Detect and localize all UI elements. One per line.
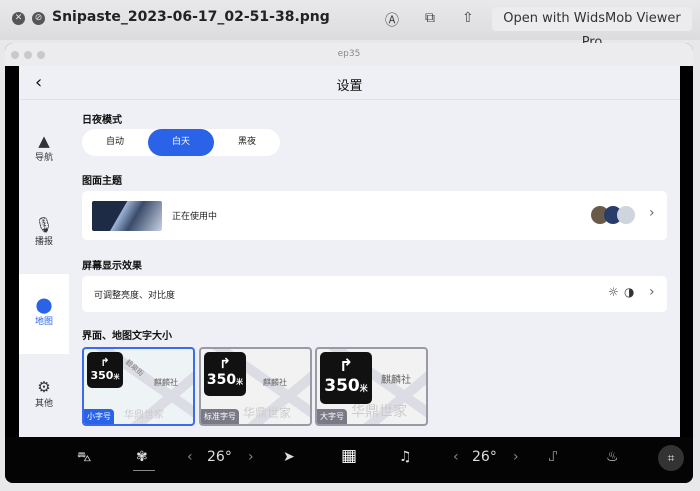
window-minimize[interactable]: [24, 51, 32, 59]
viewer-toolbar: ✕ ⊘ Snipaste_2023-06-17_02-51-38.png Ⓐ ⧉…: [0, 0, 700, 50]
navigation-icon[interactable]: ➤: [283, 449, 295, 465]
sidebar-label: 地图: [34, 317, 53, 327]
header: ‹ 设置: [19, 66, 680, 100]
font-size-small[interactable]: 碧泉街 麒麟社 华鼎世家 ↱ 350米 小字号: [82, 347, 195, 426]
sidebar-item-navigation[interactable]: ▲ 导航: [19, 110, 69, 190]
page-title: 设置: [336, 79, 363, 94]
unit: 米: [113, 374, 120, 381]
temp-right: 26°: [472, 449, 497, 465]
estate-label: 华鼎世家: [124, 410, 164, 421]
poi-label: 麒麟社: [154, 378, 178, 387]
minimize-icon[interactable]: ⊘: [32, 12, 45, 25]
turn-sign: ↱ 350米: [204, 352, 246, 396]
turn-sign: ↱ 350米: [87, 352, 123, 388]
estate-label: 华鼎世家: [243, 406, 292, 420]
map-pin-icon: ⬤: [35, 296, 53, 314]
option-night[interactable]: 黑夜: [214, 129, 280, 156]
theme-row[interactable]: 正在使用中 ›: [82, 191, 667, 240]
file-name: Snipaste_2023-06-17_02-51-38.png: [52, 9, 330, 25]
window-close[interactable]: [11, 51, 19, 59]
font-size-large[interactable]: 麒麟社 华鼎世家 ↱ 350米 大字号: [315, 347, 428, 426]
settings-screen: ‹ 设置 ▲ 导航 🎙 播报 ⬤ 地图 ⚙ 其他 日夜模式 自动 白天 黑夜 图面主题 …: [19, 66, 680, 437]
temp-left-decrease[interactable]: ‹: [187, 449, 193, 465]
sidebar-item-broadcast[interactable]: 🎙 播报: [19, 194, 69, 274]
unit: 米: [359, 384, 368, 393]
navigation-arrow-icon: ▲: [38, 132, 50, 150]
day-night-heading: 日夜模式: [82, 115, 122, 126]
temp-left: 26°: [207, 449, 232, 465]
apps-grid-icon[interactable]: ▦: [341, 446, 357, 466]
estate-label: 华鼎世家: [351, 404, 407, 420]
display-desc: 可调整亮度、对比度: [94, 291, 176, 301]
sidebar-label: 播报: [34, 237, 53, 247]
temp-right-decrease[interactable]: ‹: [453, 449, 459, 465]
day-night-segmented: 自动 白天 黑夜: [82, 129, 280, 156]
share-icon[interactable]: ⇧: [462, 10, 474, 26]
turn-sign: ↱ 350米: [320, 352, 372, 404]
defrost-icon[interactable]: ♨: [606, 449, 619, 465]
distance: 350: [206, 372, 237, 388]
font-size-standard[interactable]: 麒麟社 华鼎世家 ↱ 350米 标准字号: [199, 347, 312, 426]
fan-icon[interactable]: ✾: [136, 449, 148, 465]
close-icon[interactable]: ✕: [12, 12, 25, 25]
text-size-heading: 界面、地图文字大小: [82, 331, 172, 342]
music-icon[interactable]: ♫: [399, 449, 412, 465]
theme-status: 正在使用中: [172, 212, 218, 222]
temp-left-increase[interactable]: ›: [248, 449, 254, 465]
display-row[interactable]: 可调整亮度、对比度 ☼ ◑ ›: [82, 276, 667, 312]
brightness-icon: ☼: [608, 285, 619, 299]
option-day[interactable]: 白天: [148, 129, 214, 156]
markup-icon[interactable]: Ⓐ: [385, 10, 399, 30]
theme-heading: 图面主题: [82, 176, 122, 187]
rotate-icon[interactable]: ⧉: [425, 10, 435, 26]
sidebar-item-map[interactable]: ⬤ 地图: [19, 274, 69, 354]
poi-label: 麒麟社: [381, 375, 411, 386]
scan-icon[interactable]: ⌗: [658, 445, 684, 471]
turn-right-arrow-icon: ↱: [338, 356, 354, 376]
window-zoom[interactable]: [37, 51, 45, 59]
contrast-icon: ◑: [624, 285, 635, 299]
fan-indicator: [133, 470, 155, 471]
window-title: ep35: [5, 43, 693, 66]
open-with-button[interactable]: Open with WidsMob Viewer Pro: [492, 7, 692, 50]
display-heading: 屏幕显示效果: [82, 261, 142, 272]
seat-icon[interactable]: ⑀: [549, 449, 557, 465]
sidebar-label: 其他: [34, 399, 53, 409]
sidebar-label: 导航: [34, 153, 53, 163]
poi-label: 麒麟社: [263, 378, 287, 387]
theme-avatar: [617, 206, 635, 224]
gear-icon: ⚙: [37, 378, 51, 396]
unit: 米: [236, 378, 244, 386]
app-window: ep35 ‹ 设置 ▲ 导航 🎙 播报 ⬤ 地图 ⚙ 其他 日夜模式 自动 白天 黑夜 …: [5, 43, 693, 483]
chevron-right-icon: ›: [649, 284, 655, 300]
distance: 350: [90, 369, 114, 382]
option-auto[interactable]: 自动: [82, 129, 148, 156]
bottom-dock: ⛍ ✾ ‹ 26° › ➤ ▦ ♫ ‹ 26° › ⑀ ♨ ⌗: [5, 437, 693, 483]
font-size-label: 大字号: [317, 409, 347, 424]
distance: 350: [324, 376, 360, 396]
theme-preview: [92, 201, 162, 231]
font-size-label: 标准字号: [201, 409, 239, 424]
temp-right-increase[interactable]: ›: [513, 449, 519, 465]
turn-right-arrow-icon: ↱: [219, 356, 231, 372]
chevron-right-icon: ›: [649, 205, 655, 221]
car-icon[interactable]: ⛍: [77, 449, 91, 467]
sidebar-item-other[interactable]: ⚙ 其他: [19, 356, 69, 436]
turn-right-arrow-icon: ↱: [100, 356, 110, 369]
font-size-label: 小字号: [84, 409, 114, 424]
microphone-icon: 🎙: [34, 216, 54, 234]
